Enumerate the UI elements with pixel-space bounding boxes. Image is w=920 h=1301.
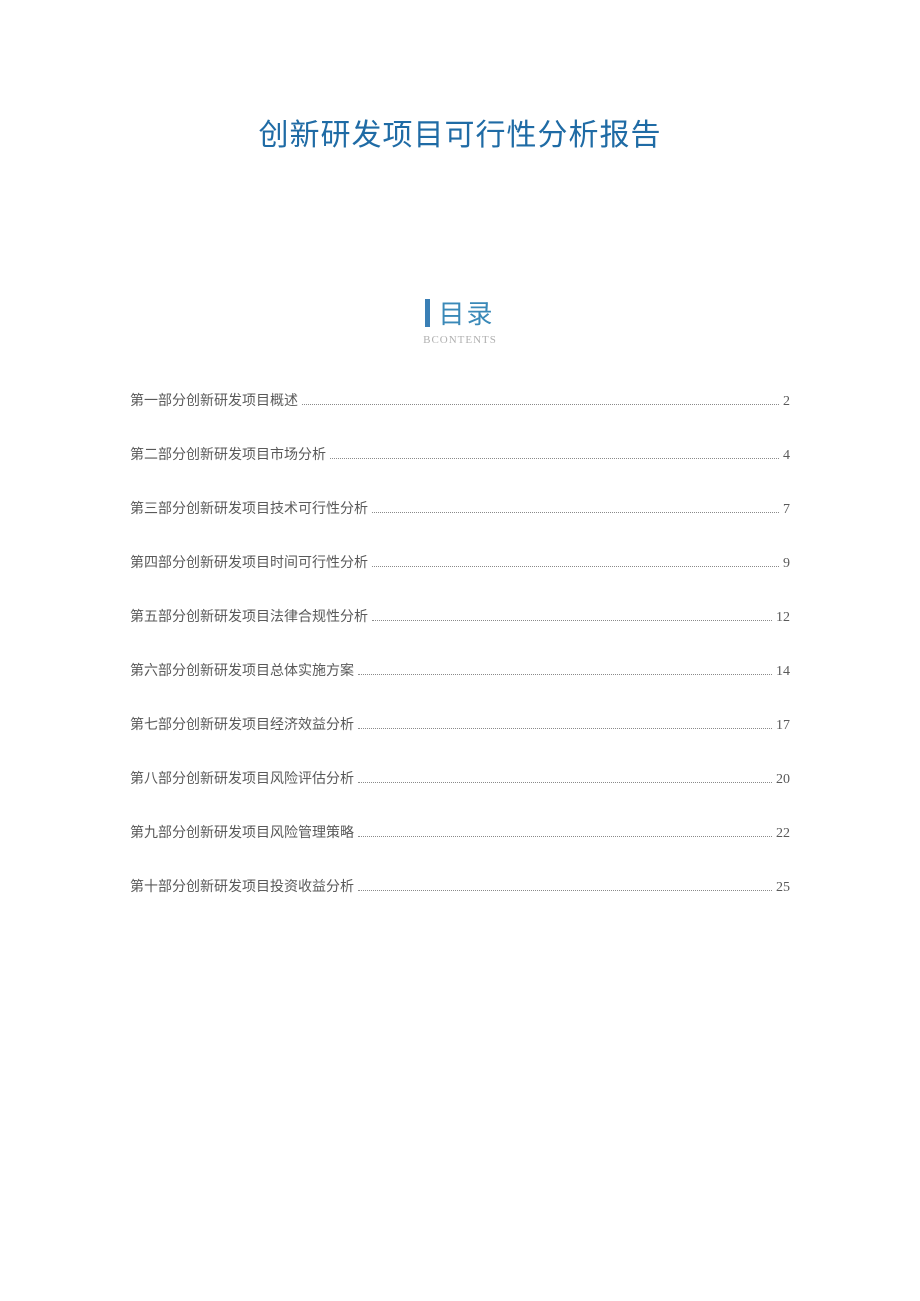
toc-label: 第七部分创新研发项目经济效益分析 bbox=[130, 714, 354, 734]
toc-leader-dots bbox=[358, 890, 772, 891]
toc-label: 第九部分创新研发项目风险管理策略 bbox=[130, 822, 354, 842]
toc-leader-dots bbox=[372, 566, 779, 567]
toc-entry: 第四部分创新研发项目时间可行性分析 9 bbox=[130, 552, 790, 572]
toc-page-number: 9 bbox=[783, 556, 790, 572]
toc-entry: 第二部分创新研发项目市场分析 4 bbox=[130, 444, 790, 464]
table-of-contents: 第一部分创新研发项目概述 2 第二部分创新研发项目市场分析 4 第三部分创新研发… bbox=[130, 390, 790, 896]
toc-entry: 第九部分创新研发项目风险管理策略 22 bbox=[130, 822, 790, 842]
toc-page-number: 2 bbox=[783, 394, 790, 410]
vertical-bar-icon bbox=[425, 299, 430, 327]
toc-entry: 第一部分创新研发项目概述 2 bbox=[130, 390, 790, 410]
toc-leader-dots bbox=[372, 620, 772, 621]
toc-entry: 第八部分创新研发项目风险评估分析 20 bbox=[130, 768, 790, 788]
toc-page-number: 25 bbox=[776, 880, 790, 896]
toc-label: 第五部分创新研发项目法律合规性分析 bbox=[130, 606, 368, 626]
toc-leader-dots bbox=[358, 836, 772, 837]
toc-page-number: 7 bbox=[783, 502, 790, 518]
toc-page-number: 20 bbox=[776, 772, 790, 788]
toc-entry: 第七部分创新研发项目经济效益分析 17 bbox=[130, 714, 790, 734]
contents-heading-block: 目录 BCONTENTS bbox=[130, 294, 790, 346]
report-title: 创新研发项目可行性分析报告 bbox=[130, 110, 790, 154]
toc-leader-dots bbox=[372, 512, 779, 513]
toc-leader-dots bbox=[358, 782, 772, 783]
toc-label: 第一部分创新研发项目概述 bbox=[130, 390, 298, 410]
toc-label: 第十部分创新研发项目投资收益分析 bbox=[130, 876, 354, 896]
toc-page-number: 17 bbox=[776, 718, 790, 734]
toc-entry: 第五部分创新研发项目法律合规性分析 12 bbox=[130, 606, 790, 626]
contents-heading-row: 目录 bbox=[425, 294, 494, 331]
contents-heading-cn: 目录 bbox=[438, 294, 494, 331]
toc-leader-dots bbox=[302, 404, 779, 405]
toc-page-number: 22 bbox=[776, 826, 790, 842]
toc-entry: 第三部分创新研发项目技术可行性分析 7 bbox=[130, 498, 790, 518]
toc-leader-dots bbox=[330, 458, 779, 459]
contents-heading-en: BCONTENTS bbox=[130, 334, 790, 346]
toc-page-number: 4 bbox=[783, 448, 790, 464]
toc-label: 第三部分创新研发项目技术可行性分析 bbox=[130, 498, 368, 518]
toc-page-number: 12 bbox=[776, 610, 790, 626]
toc-entry: 第十部分创新研发项目投资收益分析 25 bbox=[130, 876, 790, 896]
toc-label: 第二部分创新研发项目市场分析 bbox=[130, 444, 326, 464]
toc-page-number: 14 bbox=[776, 664, 790, 680]
toc-leader-dots bbox=[358, 674, 772, 675]
toc-label: 第四部分创新研发项目时间可行性分析 bbox=[130, 552, 368, 572]
toc-leader-dots bbox=[358, 728, 772, 729]
toc-entry: 第六部分创新研发项目总体实施方案 14 bbox=[130, 660, 790, 680]
document-page: 创新研发项目可行性分析报告 目录 BCONTENTS 第一部分创新研发项目概述 … bbox=[0, 0, 920, 896]
toc-label: 第六部分创新研发项目总体实施方案 bbox=[130, 660, 354, 680]
toc-label: 第八部分创新研发项目风险评估分析 bbox=[130, 768, 354, 788]
